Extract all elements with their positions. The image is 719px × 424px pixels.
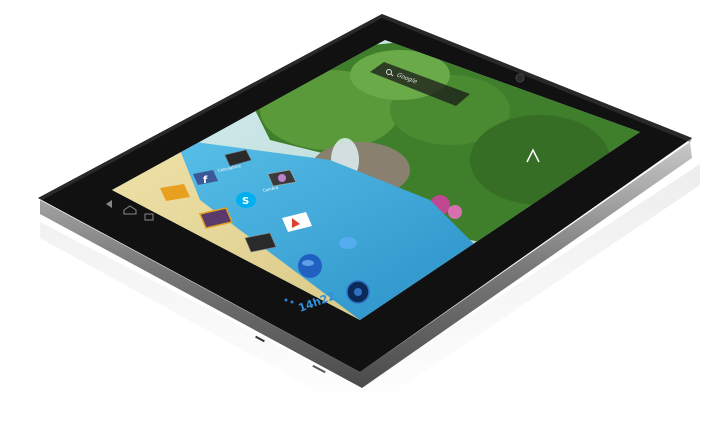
tablet-scene: Google Calculatrice Caméra f S 14h22 (0, 0, 719, 424)
front-camera-icon (515, 73, 525, 83)
app-icon-twitter[interactable] (339, 237, 357, 249)
app-icon-skype[interactable]: S (236, 192, 256, 208)
wifi-icon (284, 298, 288, 302)
browser-icon (298, 254, 322, 278)
svg-text:f: f (203, 175, 208, 186)
svg-text:S: S (242, 196, 249, 207)
app-icon-browser[interactable] (298, 254, 322, 278)
twitter-icon (339, 237, 357, 249)
app-icon-music[interactable] (346, 280, 370, 304)
signal-icon (290, 300, 294, 304)
tablet-illustration: Google Calculatrice Caméra f S 14h22 (38, 14, 700, 415)
